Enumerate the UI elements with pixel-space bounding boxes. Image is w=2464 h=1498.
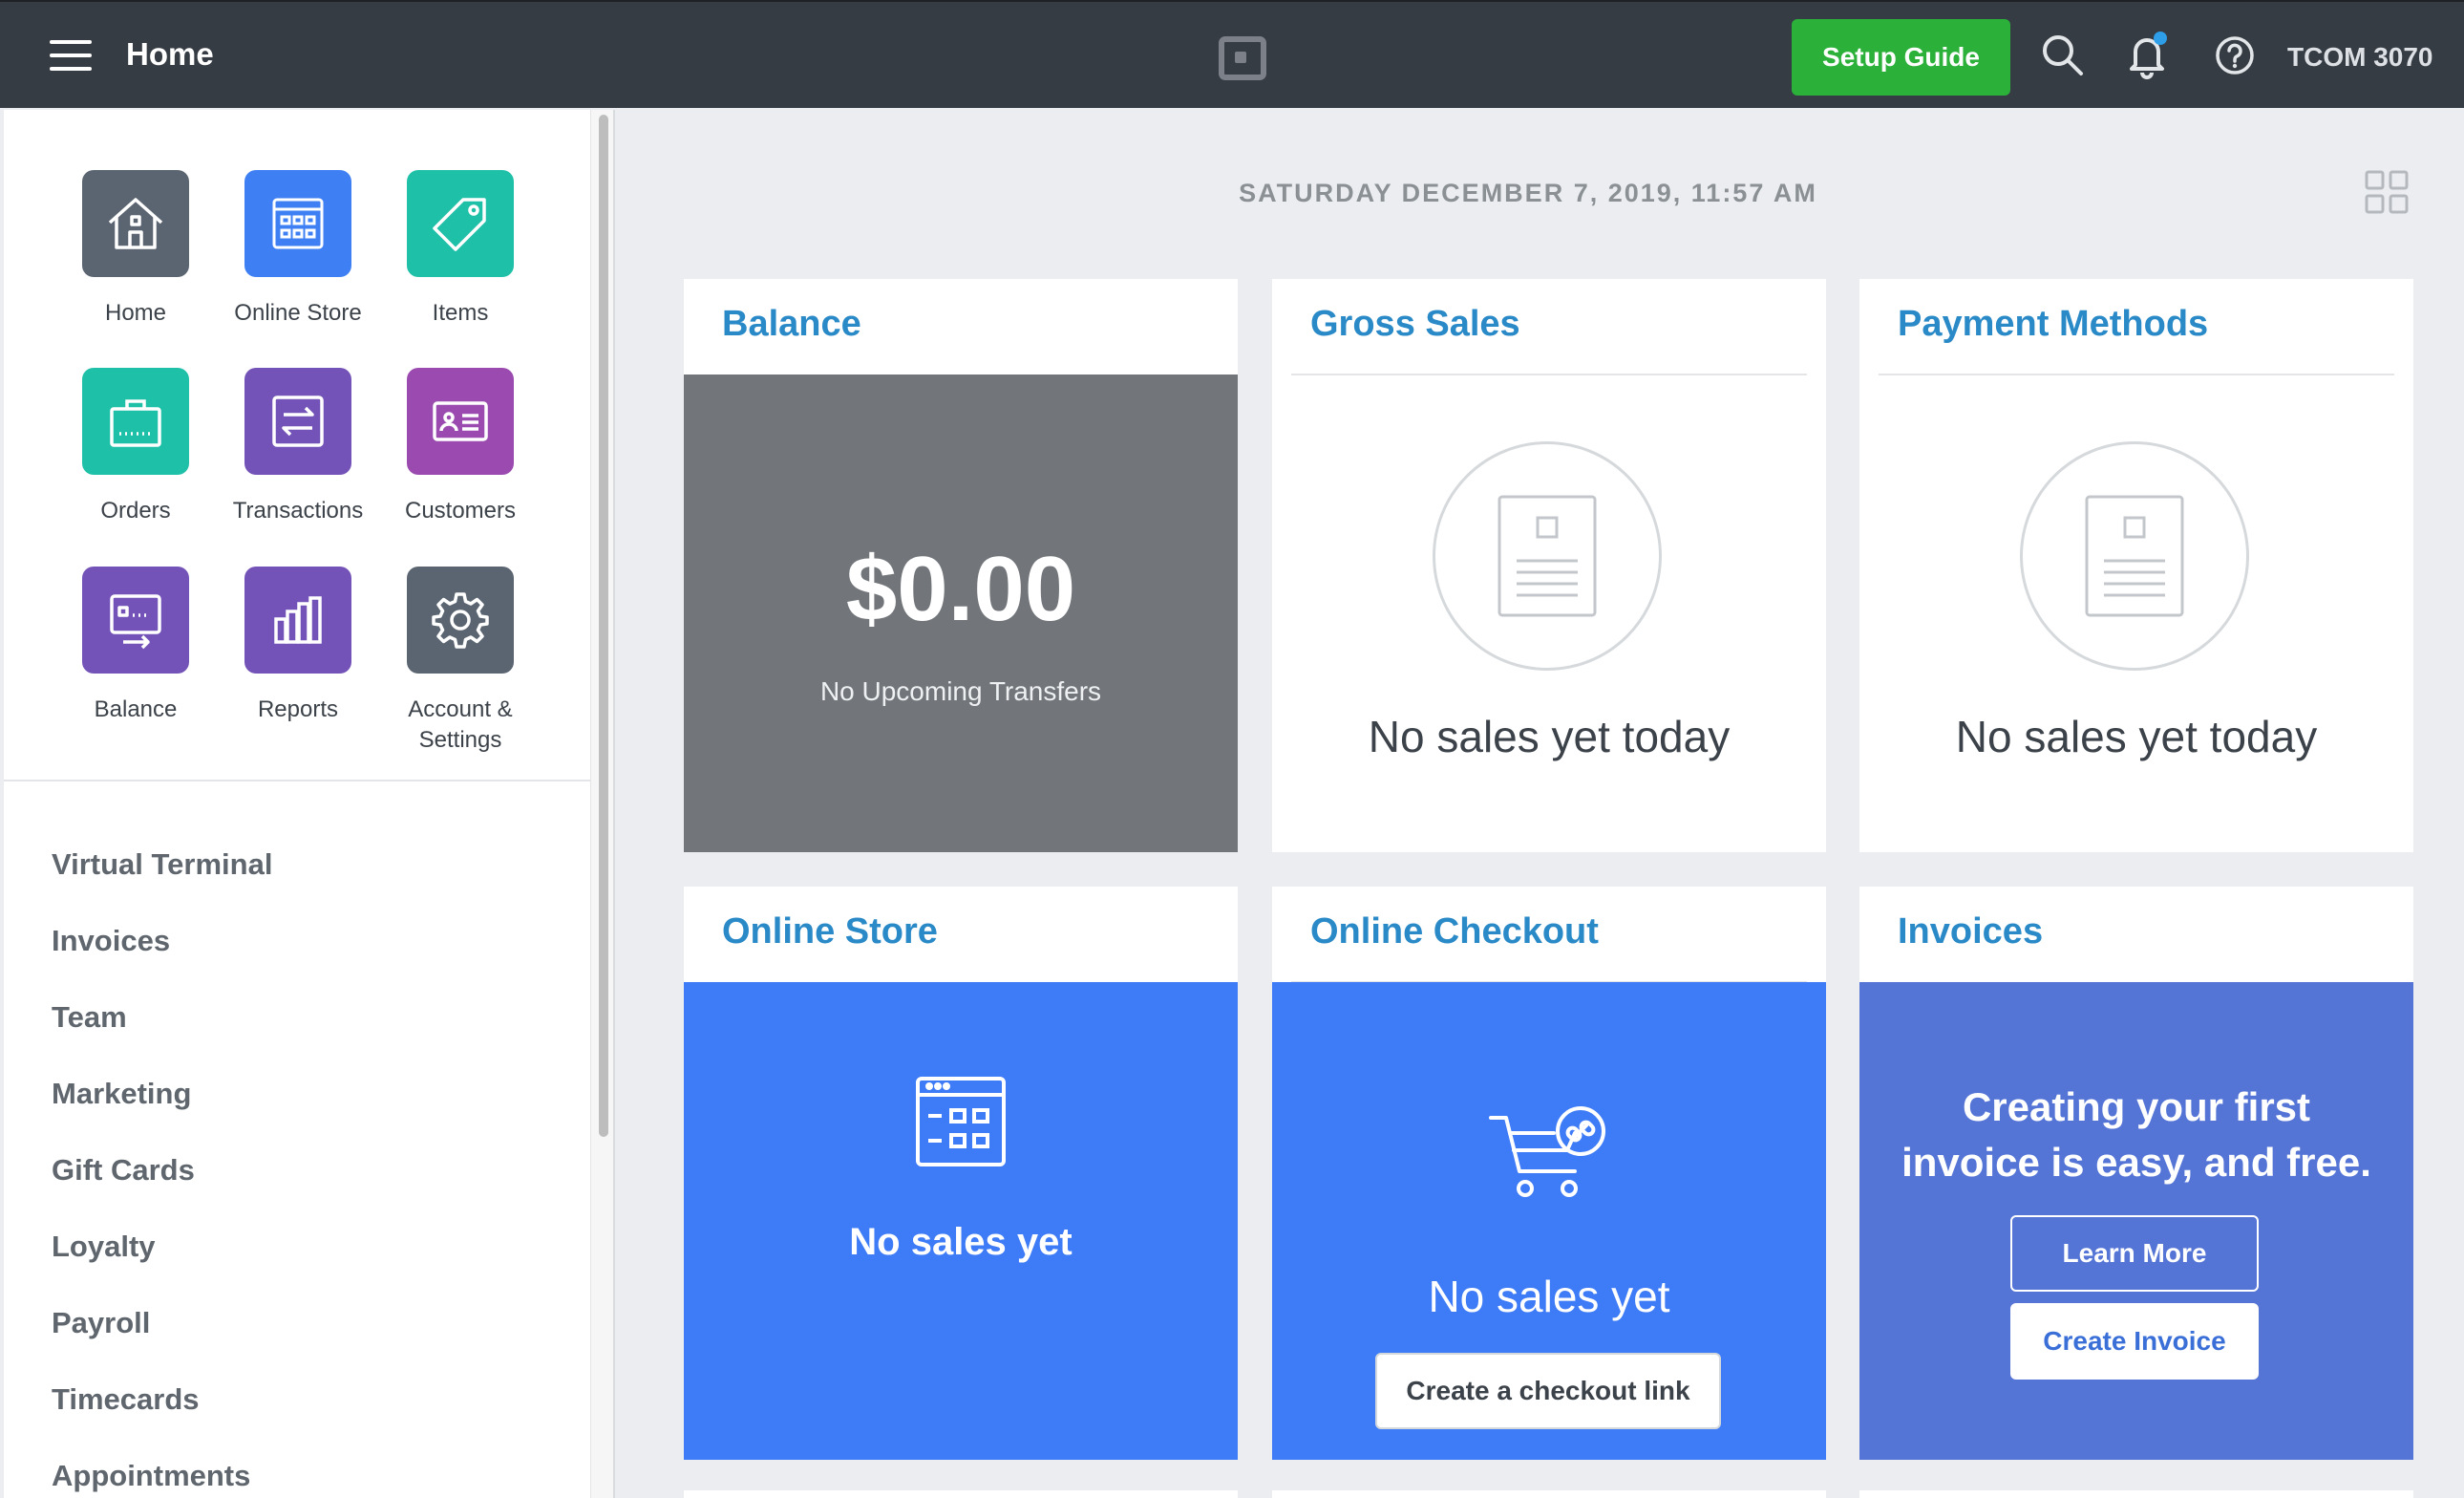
app-balance[interactable]: Balance — [54, 567, 217, 725]
date-header: SATURDAY DECEMBER 7, 2019, 11:57 AM — [1239, 179, 1817, 207]
payment-methods-card[interactable]: Payment Methods No sales yet today — [1859, 279, 2413, 852]
app-label: Account & Settings — [379, 695, 542, 756]
promo-line-2: invoice is easy, and free. — [1901, 1140, 2371, 1185]
customers-icon — [407, 368, 514, 475]
sidebar-item-timecards[interactable]: Timecards — [4, 1361, 590, 1438]
create-invoice-button[interactable]: Create Invoice — [2010, 1303, 2259, 1380]
app-label: Online Store — [234, 300, 362, 326]
empty-state-text: No sales yet today — [1368, 712, 1731, 761]
online-store-icon — [244, 170, 351, 277]
sidebar-item-team[interactable]: Team — [4, 979, 590, 1056]
online-store-icon — [913, 1074, 1009, 1174]
card-title: Online Checkout — [1310, 911, 1599, 952]
gross-sales-body: No sales yet today — [1272, 374, 1826, 852]
card-peek — [1272, 1490, 1826, 1498]
online-checkout-panel: No sales yet Create a checkout link — [1272, 982, 1826, 1460]
online-checkout-card[interactable]: Online Checkout No sales yet Create a ch… — [1272, 887, 1826, 1460]
sidebar-item-marketing[interactable]: Marketing — [4, 1056, 590, 1132]
app-label: Items — [432, 300, 489, 326]
card-peek — [1859, 1490, 2413, 1498]
empty-state-text: No sales yet — [1428, 1272, 1670, 1321]
app-launcher: Home Online Store Items Orders Transacti — [4, 110, 590, 781]
promo-line-1: Creating your first — [1962, 1084, 2311, 1129]
sidebar-item-gift-cards[interactable]: Gift Cards — [4, 1132, 590, 1209]
top-bar: Home Setup Guide TCOM 3070 — [0, 0, 2464, 108]
card-peek — [684, 1490, 1238, 1498]
sidebar-item-payroll[interactable]: Payroll — [4, 1285, 590, 1361]
balance-amount: $0.00 — [845, 538, 1076, 640]
app-customers[interactable]: Customers — [379, 368, 542, 526]
gross-sales-card[interactable]: Gross Sales No sales yet today — [1272, 279, 1826, 852]
app-label: Orders — [100, 498, 171, 524]
bell-icon[interactable] — [2122, 31, 2172, 80]
app-account-settings[interactable]: Account & Settings — [379, 567, 542, 756]
card-title: Balance — [722, 304, 861, 344]
sidebar-item-invoices[interactable]: Invoices — [4, 903, 590, 979]
scroll-thumb[interactable] — [599, 115, 608, 1137]
sidebar-item-virtual-terminal[interactable]: Virtual Terminal — [4, 826, 590, 903]
balance-subtitle: No Upcoming Transfers — [819, 676, 1102, 706]
app-label: Reports — [257, 696, 339, 722]
app-items[interactable]: Items — [379, 170, 542, 329]
balance-icon — [82, 567, 189, 674]
learn-more-button[interactable]: Learn More — [2010, 1215, 2259, 1292]
sidebar: Home Online Store Items Orders Transacti — [4, 110, 615, 1498]
card-title: Online Store — [722, 911, 938, 952]
tag-icon — [407, 170, 514, 277]
empty-state-text: No sales yet — [849, 1221, 1073, 1263]
sidebar-nav: Virtual Terminal Invoices Team Marketing… — [4, 826, 590, 1498]
transactions-icon — [244, 368, 351, 475]
card-title: Payment Methods — [1898, 304, 2209, 344]
layout-grid-icon[interactable] — [2365, 170, 2409, 214]
sidebar-scrollbar[interactable] — [590, 110, 613, 1498]
menu-icon[interactable] — [50, 40, 92, 73]
reports-icon — [244, 567, 351, 674]
app-orders[interactable]: Orders — [54, 368, 217, 526]
app-label: Home — [104, 300, 167, 326]
app-reports[interactable]: Reports — [217, 567, 379, 725]
sidebar-item-appointments[interactable]: Appointments — [4, 1438, 590, 1498]
card-title: Gross Sales — [1310, 304, 1520, 344]
app-home[interactable]: Home — [54, 170, 217, 329]
help-icon[interactable] — [2210, 31, 2260, 80]
app-transactions[interactable]: Transactions — [217, 368, 379, 526]
app-label: Transactions — [232, 498, 364, 524]
account-name[interactable]: TCOM 3070 — [2287, 42, 2433, 73]
receipt-icon — [1433, 441, 1662, 671]
home-icon — [82, 170, 189, 277]
app-label: Customers — [404, 498, 517, 524]
balance-card[interactable]: Balance $0.00 No Upcoming Transfers — [684, 279, 1238, 852]
app-label: Balance — [94, 696, 178, 722]
card-title: Invoices — [1898, 911, 2044, 952]
setup-guide-button[interactable]: Setup Guide — [1792, 19, 2010, 96]
app-label-line2: Settings — [418, 727, 502, 753]
app-online-store[interactable]: Online Store — [217, 170, 379, 329]
app-label-line1: Account & — [408, 696, 513, 722]
balance-panel: $0.00 No Upcoming Transfers — [684, 374, 1238, 852]
online-store-panel: No sales yet — [684, 982, 1238, 1460]
invoices-card[interactable]: Invoices Creating your first invoice is … — [1859, 887, 2413, 1460]
page-title: Home — [126, 36, 214, 72]
create-checkout-link-button[interactable]: Create a checkout link — [1375, 1353, 1721, 1429]
invoice-promo-text: Creating your first invoice is easy, and… — [1859, 1080, 2413, 1190]
sidebar-item-loyalty[interactable]: Loyalty — [4, 1209, 590, 1285]
online-store-card[interactable]: Online Store No sales yet — [684, 887, 1238, 1460]
empty-state-text: No sales yet today — [1955, 712, 2318, 761]
receipt-icon — [2020, 441, 2249, 671]
search-icon[interactable] — [2038, 31, 2088, 80]
shopping-bag-icon — [82, 368, 189, 475]
gear-icon — [407, 567, 514, 674]
square-logo-icon[interactable] — [1219, 36, 1266, 80]
cart-link-icon — [1487, 1104, 1611, 1214]
invoices-panel: Creating your first invoice is easy, and… — [1859, 982, 2413, 1460]
payment-methods-body: No sales yet today — [1859, 374, 2413, 852]
